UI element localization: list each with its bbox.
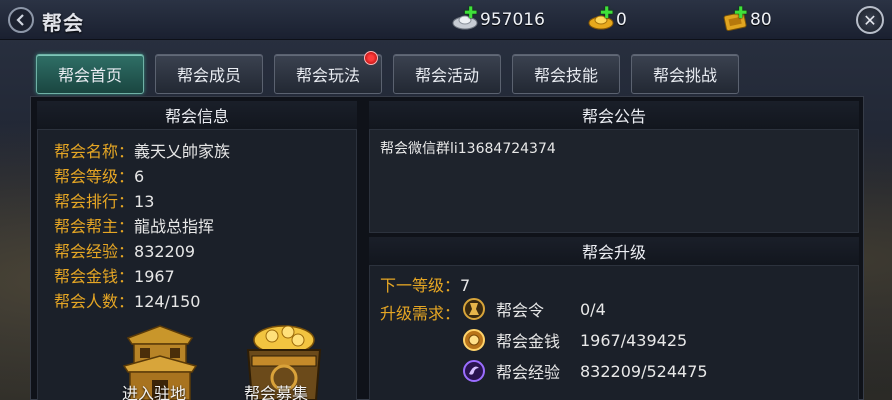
back-arrow-icon[interactable]	[8, 7, 34, 33]
guild-level: 6	[134, 167, 145, 186]
tab-guild-skills[interactable]: 帮会技能	[512, 54, 620, 94]
notice-heading: 帮会公告	[369, 101, 859, 129]
silver-amount: 957016	[480, 10, 545, 30]
req-name: 帮会金钱	[496, 332, 561, 351]
tab-guild-challenge[interactable]: 帮会挑战	[631, 54, 739, 94]
notice-box[interactable]: 帮会微信群li13684724374	[369, 129, 859, 233]
notification-dot-icon	[364, 51, 378, 65]
tab-guild-members[interactable]: 帮会成员	[155, 54, 263, 94]
gold-ingot-icon: ✚	[588, 5, 616, 32]
next-level-row: 下一等级：7	[380, 272, 470, 296]
gold-currency[interactable]: ✚ 0	[588, 5, 627, 32]
info-key: 帮会人数：	[54, 292, 135, 311]
info-key: 帮会金钱：	[54, 267, 135, 286]
req-guild-exp: 帮会经验 832209/524475	[462, 358, 708, 384]
guild-name: 義天乂帥家族	[134, 142, 231, 161]
tab-guild-events[interactable]: 帮会活动	[393, 54, 501, 94]
add-voucher-icon[interactable]: ✚	[734, 5, 748, 21]
silver-currency[interactable]: ✚ 957016	[452, 5, 545, 32]
tab-label: 帮会玩法	[295, 66, 360, 85]
info-key: 帮会等级：	[54, 167, 135, 186]
guild-exp: 832209	[134, 242, 196, 261]
next-level-key: 下一等级：	[380, 276, 461, 295]
enter-base-button[interactable]: 进入驻地	[114, 320, 206, 400]
gold-amount: 0	[616, 10, 627, 30]
guild-money-icon	[463, 329, 485, 351]
info-rank-row: 帮会排行：13	[54, 188, 154, 212]
req-name: 帮会经验	[496, 363, 561, 382]
info-key: 帮会经验：	[54, 242, 135, 261]
tab-label: 帮会技能	[533, 66, 598, 85]
guild-leader: 龍战总指挥	[134, 217, 215, 236]
next-level-value: 7	[460, 276, 471, 295]
req-value: 832209/524475	[580, 361, 708, 381]
requirements-label: 升级需求：	[380, 300, 460, 324]
info-leader-row: 帮会帮主：龍战总指挥	[54, 213, 214, 237]
voucher-currency[interactable]: ✚ 80	[722, 5, 772, 32]
voucher-amount: 80	[750, 10, 772, 30]
top-bar: 帮会 ✚ 957016 ✚ 0 ✚ 80 ✕	[0, 0, 892, 40]
req-value: 1967/439425	[580, 330, 688, 350]
page-title: 帮会	[42, 11, 84, 35]
req-name: 帮会令	[496, 301, 545, 320]
info-key: 帮会排行：	[54, 192, 135, 211]
info-heading: 帮会信息	[37, 101, 357, 129]
silver-ingot-icon: ✚	[452, 5, 480, 32]
info-key: 帮会名称：	[54, 142, 135, 161]
close-icon[interactable]: ✕	[856, 6, 884, 34]
notice-text: 帮会微信群li13684724374	[380, 141, 556, 157]
info-name-row: 帮会名称：義天乂帥家族	[54, 138, 230, 162]
info-level-row: 帮会等级：6	[54, 163, 144, 187]
add-silver-icon[interactable]: ✚	[464, 5, 478, 21]
tab-label: 帮会活动	[414, 66, 479, 85]
upgrade-box: 下一等级：7 升级需求： 帮会令 0/4 帮会金钱 1967/439425 帮会…	[369, 265, 859, 400]
guild-recruit-button[interactable]: 帮会募集	[236, 320, 332, 400]
tab-guild-home[interactable]: 帮会首页	[36, 54, 144, 94]
guild-exp-icon	[463, 360, 485, 382]
requirements-key: 升级需求：	[380, 304, 461, 323]
tab-bar: 帮会首页 帮会成员 帮会玩法 帮会活动 帮会技能 帮会挑战	[36, 51, 739, 94]
guild-rank: 13	[134, 192, 155, 211]
guild-info-box: 帮会名称：義天乂帥家族 帮会等级：6 帮会排行：13 帮会帮主：龍战总指挥 帮会…	[37, 129, 357, 400]
req-guild-token: 帮会令 0/4	[462, 296, 606, 322]
guild-token-icon	[463, 298, 485, 320]
tab-label: 帮会挑战	[652, 66, 717, 85]
tab-label: 帮会成员	[176, 66, 241, 85]
info-members-row: 帮会人数：124/150	[54, 288, 200, 312]
add-gold-icon[interactable]: ✚	[600, 5, 614, 21]
req-value: 0/4	[580, 299, 606, 319]
voucher-icon: ✚	[722, 5, 750, 32]
guild-member-count: 124/150	[134, 292, 201, 311]
req-guild-money: 帮会金钱 1967/439425	[462, 327, 687, 353]
upgrade-heading: 帮会升级	[369, 237, 859, 265]
main-panel: 帮会信息 帮会名称：義天乂帥家族 帮会等级：6 帮会排行：13 帮会帮主：龍战总…	[30, 96, 864, 400]
info-key: 帮会帮主：	[54, 217, 135, 236]
enter-base-label: 进入驻地	[122, 384, 187, 400]
guild-recruit-label: 帮会募集	[244, 384, 309, 400]
tab-guild-gameplay[interactable]: 帮会玩法	[274, 51, 382, 94]
info-money-row: 帮会金钱：1967	[54, 263, 175, 287]
info-exp-row: 帮会经验：832209	[54, 238, 195, 262]
guild-money: 1967	[134, 267, 175, 286]
tab-label: 帮会首页	[57, 66, 122, 85]
